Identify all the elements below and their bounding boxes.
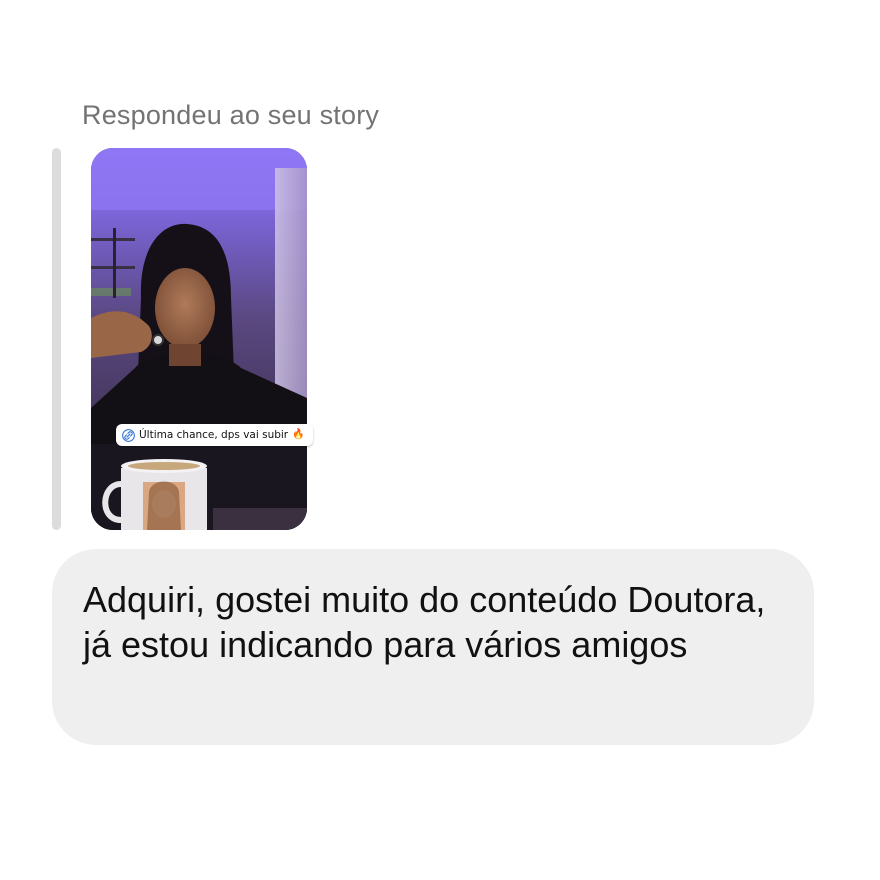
message-text: Adquiri, gostei muito do conteúdo Doutor…: [83, 579, 766, 665]
link-sticker-label: Última chance, dps vai subir: [139, 429, 289, 441]
link-icon: [122, 428, 135, 442]
reply-indicator-bar: [52, 148, 61, 530]
reply-caption: Respondeu ao seu story: [82, 100, 380, 130]
story-preview-image: [91, 148, 307, 530]
link-sticker[interactable]: Última chance, dps vai subir 🔥: [116, 424, 313, 446]
message-bubble[interactable]: Adquiri, gostei muito do conteúdo Doutor…: [52, 549, 814, 745]
story-thumbnail[interactable]: [91, 148, 307, 530]
fire-emoji-icon: 🔥: [292, 429, 305, 440]
